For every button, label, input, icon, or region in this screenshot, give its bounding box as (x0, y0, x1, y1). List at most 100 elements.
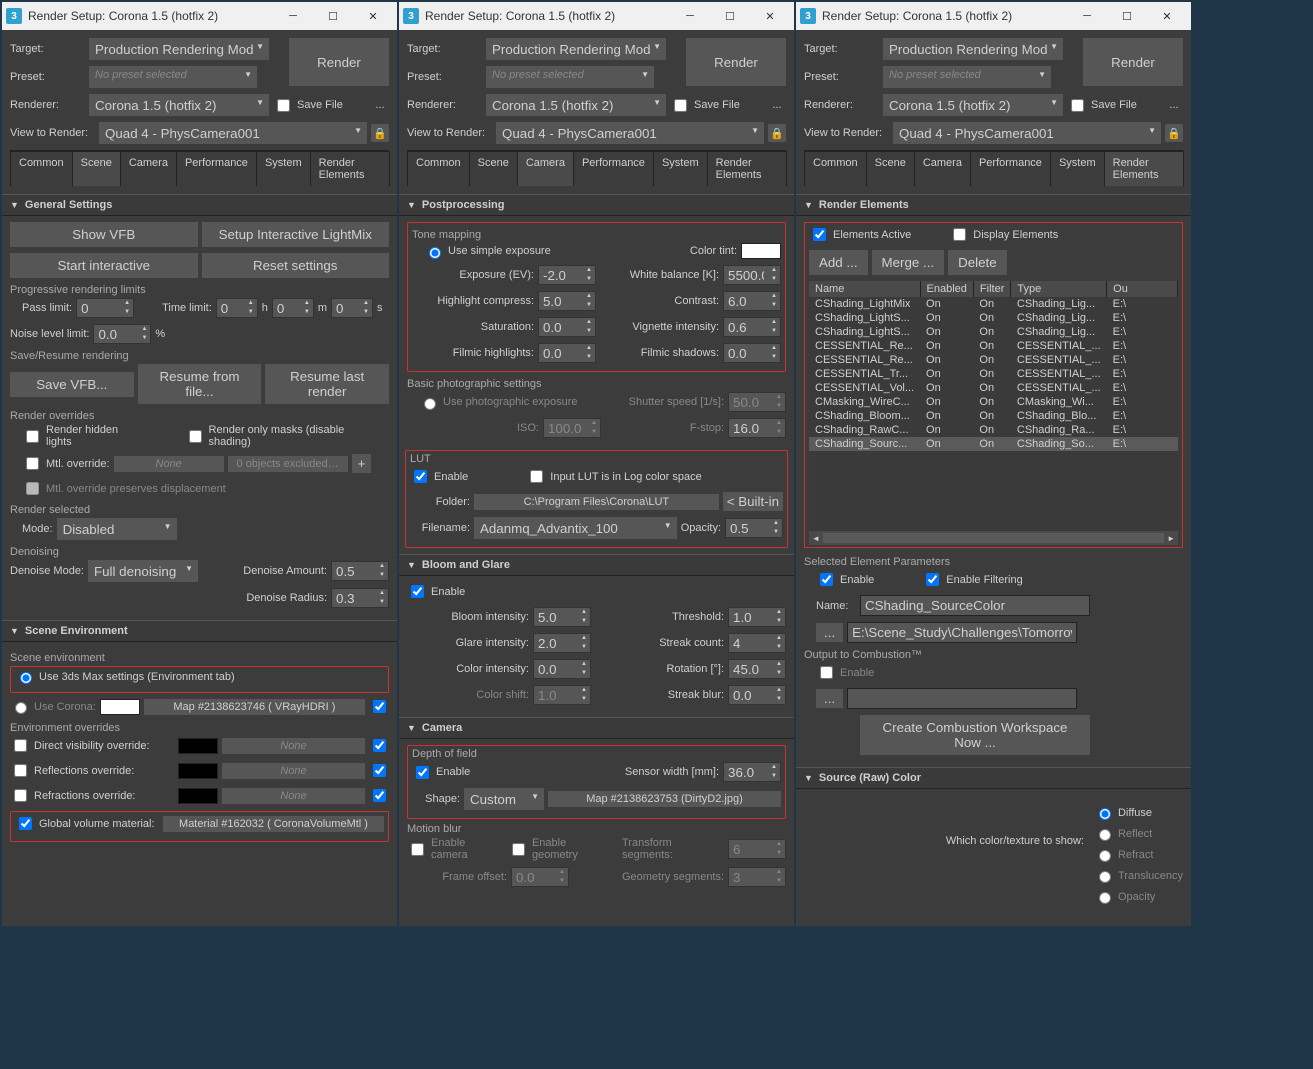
tab-common[interactable]: Common (10, 151, 73, 186)
photo-exposure-radio[interactable] (424, 398, 436, 410)
tab-scene[interactable]: Scene (866, 151, 915, 186)
minimize-button[interactable]: ─ (273, 2, 313, 30)
tab-system[interactable]: System (256, 151, 311, 186)
simple-exposure-radio[interactable] (429, 247, 441, 259)
tab-common[interactable]: Common (804, 151, 867, 186)
renderer-dropdown[interactable]: Corona 1.5 (hotfix 2) (486, 94, 666, 116)
lut-folder-field[interactable]: C:\Program Files\Corona\LUT (474, 494, 719, 510)
lut-opacity-spinner[interactable] (726, 519, 770, 537)
bloom-enable-checkbox[interactable] (411, 585, 424, 598)
direct-map-slot[interactable]: None (222, 738, 365, 754)
rollout-general-settings[interactable]: ▼General Settings (2, 194, 397, 216)
tab-common[interactable]: Common (407, 151, 470, 186)
savefile-checkbox[interactable] (1071, 99, 1084, 112)
refl-override-checkbox[interactable] (14, 764, 27, 777)
rsel-mode-dropdown[interactable]: Disabled (57, 518, 177, 540)
col-enabled[interactable]: Enabled (920, 281, 973, 297)
view-dropdown[interactable]: Quad 4 - PhysCamera001 (496, 122, 764, 144)
mblur-geom-checkbox[interactable] (512, 843, 525, 856)
savefile-checkbox[interactable] (277, 99, 290, 112)
combust-enable-checkbox[interactable] (820, 666, 833, 679)
target-dropdown[interactable]: Production Rendering Mode (89, 38, 269, 60)
mblur-cam-checkbox[interactable] (411, 843, 424, 856)
refr-map-enable[interactable] (373, 789, 386, 802)
bloom-spinner[interactable] (729, 686, 773, 704)
table-row[interactable]: CESSENTIAL_Re...OnOnCESSENTIAL_...E:\ (809, 353, 1178, 367)
rollout-camera[interactable]: ▼Camera (399, 717, 794, 739)
view-dropdown[interactable]: Quad 4 - PhysCamera001 (893, 122, 1161, 144)
render-masks-checkbox[interactable] (189, 430, 202, 443)
savefile-checkbox[interactable] (674, 99, 687, 112)
minimize-button[interactable]: ─ (670, 2, 710, 30)
table-row[interactable]: CShading_LightS...OnOnCShading_Lig...E:\ (809, 325, 1178, 339)
tab-performance[interactable]: Performance (573, 151, 654, 186)
noise-spinner[interactable] (94, 325, 138, 343)
display-elements-checkbox[interactable] (953, 228, 966, 241)
table-row[interactable]: CMasking_WireC...OnOnCMasking_Wi...E:\ (809, 395, 1178, 409)
renderer-dropdown[interactable]: Corona 1.5 (hotfix 2) (89, 94, 269, 116)
direct-swatch[interactable] (178, 738, 218, 754)
lightmix-button[interactable]: Setup Interactive LightMix (202, 222, 390, 247)
env-map-slot[interactable]: Map #2138623746 ( VRayHDRI ) (144, 699, 365, 715)
refl-map-enable[interactable] (373, 764, 386, 777)
add-button[interactable]: Add ... (809, 250, 868, 275)
env-color-swatch[interactable] (100, 699, 140, 715)
target-dropdown[interactable]: Production Rendering Mode (883, 38, 1063, 60)
time-s-spinner[interactable] (332, 299, 360, 317)
use-corona-radio[interactable] (15, 702, 27, 714)
tab-camera[interactable]: Camera (120, 151, 177, 186)
denoise-amount-spinner[interactable] (332, 562, 376, 580)
start-interactive-button[interactable]: Start interactive (10, 253, 198, 278)
savefile-browse[interactable]: ... (1165, 99, 1183, 111)
render-button[interactable]: Render (686, 38, 786, 86)
view-dropdown[interactable]: Quad 4 - PhysCamera001 (99, 122, 367, 144)
table-row[interactable]: CShading_LightMixOnOnCShading_Lig...E:\ (809, 297, 1178, 311)
mtl-add-button[interactable]: + (352, 454, 372, 473)
table-row[interactable]: CESSENTIAL_Tr...OnOnCESSENTIAL_...E:\ (809, 367, 1178, 381)
elem-filtering-checkbox[interactable] (926, 573, 939, 586)
table-row[interactable]: CShading_Sourc...OnOnCShading_So...E:\ (809, 437, 1178, 451)
rollout-scene-env[interactable]: ▼Scene Environment (2, 620, 397, 642)
close-button[interactable]: ✕ (353, 2, 393, 30)
delete-button[interactable]: Delete (948, 250, 1007, 275)
denoise-mode-dropdown[interactable]: Full denoising (88, 560, 198, 582)
savefile-browse[interactable]: ... (371, 99, 389, 111)
preset-dropdown[interactable]: No preset selected (486, 66, 654, 88)
maximize-button[interactable]: ☐ (313, 2, 353, 30)
bloom-spinner[interactable] (729, 660, 773, 678)
lock-icon[interactable]: 🔒 (1165, 124, 1183, 142)
tab-scene[interactable]: Scene (72, 151, 121, 186)
tab-render-elements[interactable]: Render Elements (310, 151, 390, 186)
render-button[interactable]: Render (1083, 38, 1183, 86)
col-output[interactable]: Ou (1107, 281, 1178, 297)
rollout-postprocessing[interactable]: ▼Postprocessing (399, 194, 794, 216)
tab-scene[interactable]: Scene (469, 151, 518, 186)
time-m-spinner[interactable] (273, 299, 301, 317)
maximize-button[interactable]: ☐ (710, 2, 750, 30)
elements-active-checkbox[interactable] (813, 228, 826, 241)
tab-system[interactable]: System (653, 151, 708, 186)
tab-performance[interactable]: Performance (176, 151, 257, 186)
mtl-override-checkbox[interactable] (26, 457, 39, 470)
lock-icon[interactable]: 🔒 (371, 124, 389, 142)
lock-icon[interactable]: 🔒 (768, 124, 786, 142)
renderer-dropdown[interactable]: Corona 1.5 (hotfix 2) (883, 94, 1063, 116)
rollout-render-elements[interactable]: ▼Render Elements (796, 194, 1191, 216)
tm-spinner[interactable] (724, 292, 768, 310)
tm-spinner[interactable] (539, 292, 583, 310)
color-opacity-radio[interactable] (1099, 892, 1111, 904)
tab-render-elements[interactable]: Render Elements (1104, 151, 1184, 186)
col-name[interactable]: Name (809, 281, 920, 297)
color-diffuse-radio[interactable] (1099, 808, 1111, 820)
passlimit-spinner[interactable] (77, 299, 121, 317)
tm-spinner[interactable] (539, 344, 583, 362)
refl-map-slot[interactable]: None (222, 763, 365, 779)
elem-enable-checkbox[interactable] (820, 573, 833, 586)
elem-name-input[interactable] (860, 595, 1090, 616)
table-row[interactable]: CESSENTIAL_Vol...OnOnCESSENTIAL_...E:\ (809, 381, 1178, 395)
render-button[interactable]: Render (289, 38, 389, 86)
denoise-radius-spinner[interactable] (332, 589, 376, 607)
elem-path-input[interactable] (847, 622, 1077, 643)
color-tint-swatch[interactable] (741, 243, 781, 259)
tm-spinner[interactable] (539, 318, 583, 336)
